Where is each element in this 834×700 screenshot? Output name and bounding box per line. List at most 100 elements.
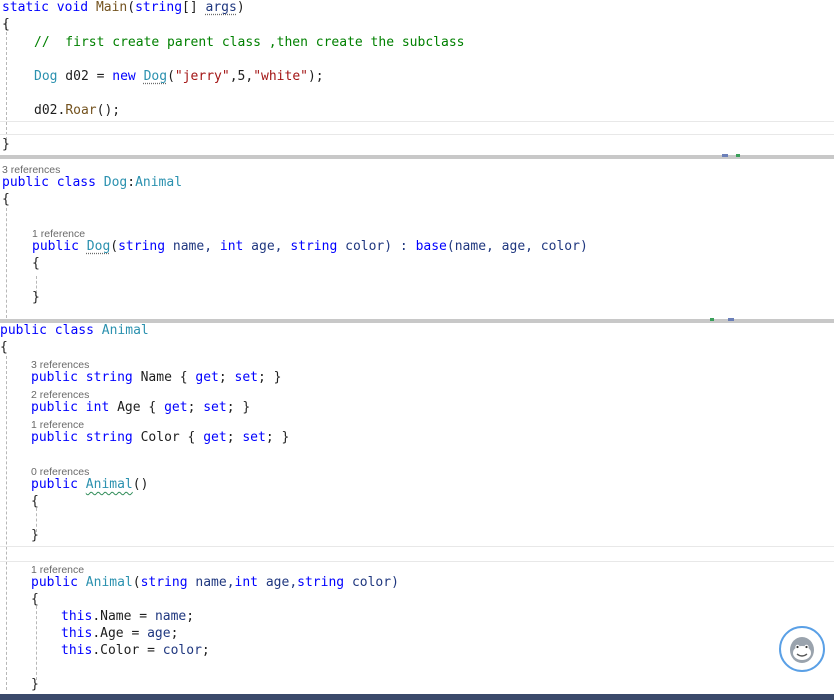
code-comment[interactable]: // first create parent class ,then creat… [34, 35, 464, 51]
keyword: get [195, 370, 219, 385]
dog-constructor-line[interactable]: public Dog(string name, int age, string … [32, 239, 588, 255]
punct: ( [110, 239, 119, 254]
punct: (); [96, 103, 121, 118]
close-brace: } [32, 290, 40, 305]
keyword: set [203, 400, 227, 415]
line-separator [0, 546, 834, 547]
keyword: string [140, 575, 188, 590]
punct: ; } [265, 430, 290, 445]
animal-class-declaration[interactable]: public class Animal [0, 323, 149, 339]
open-brace: { [2, 192, 10, 207]
type-name: Animal [85, 477, 133, 492]
punct: ; [170, 626, 179, 641]
dog-class-declaration[interactable]: public class Dog:Animal [2, 175, 182, 191]
keyword: string [85, 370, 133, 385]
scroll-marker [722, 154, 728, 157]
scroll-marker [728, 318, 734, 321]
punct: ; } [258, 370, 282, 385]
keyword: public [2, 175, 49, 190]
close-brace: } [2, 137, 10, 152]
animal-constructor-line[interactable]: public Animal(string name,int age,string… [31, 575, 399, 591]
keyword: int [219, 239, 244, 254]
string-literal: "white" [253, 69, 308, 84]
method-name: Main [95, 0, 128, 15]
code-text: Name { [132, 370, 196, 385]
keyword: this [61, 626, 93, 641]
animal-default-constructor-line[interactable]: public Animal() [31, 477, 148, 493]
assign-name-line[interactable]: this.Name = name; [61, 609, 194, 625]
param-name: age, [243, 239, 291, 254]
keyword: string [297, 575, 345, 590]
scroll-marker [736, 154, 740, 157]
roar-call-line[interactable]: d02.Roar(); [34, 103, 120, 119]
indent-guide [6, 22, 7, 140]
string-literal: "jerry" [174, 69, 230, 84]
keyword: set [242, 430, 266, 445]
keyword: new [112, 69, 136, 84]
code-text: .Age = [92, 626, 148, 641]
keyword: this [61, 609, 93, 624]
scroll-marker [710, 318, 714, 321]
assistant-avatar-button[interactable] [779, 626, 825, 672]
keyword: void [56, 0, 89, 15]
assign-age-line[interactable]: this.Age = age; [61, 626, 178, 642]
keyword: class [54, 323, 94, 338]
assign-color-line[interactable]: this.Color = color; [61, 643, 210, 659]
keyword: public [31, 477, 78, 492]
punct: ; [187, 400, 204, 415]
code-text: Color { [132, 430, 204, 445]
param-name: name, [165, 239, 220, 254]
type-name: Dog [103, 175, 128, 190]
line-separator [0, 561, 834, 562]
keyword: public [31, 400, 78, 415]
param-name: color) : [337, 239, 416, 254]
param-name: age, [258, 575, 298, 590]
type-name: Dog [143, 69, 168, 84]
punct: ; [201, 643, 210, 658]
type-name: Dog [34, 69, 58, 84]
indent-guide [6, 356, 7, 690]
punct: () [132, 477, 149, 492]
keyword: string [118, 239, 166, 254]
keyword: get [203, 430, 227, 445]
keyword: this [61, 643, 93, 658]
type-name: Animal [135, 175, 183, 190]
punct: ; [218, 370, 235, 385]
punct: ; [226, 430, 243, 445]
close-brace: } [31, 528, 39, 543]
keyword: set [234, 370, 259, 385]
close-brace: } [31, 677, 39, 692]
indent-guide [6, 208, 7, 318]
punct: ( [127, 0, 136, 15]
bottom-status-strip [0, 694, 834, 700]
code-text: Age { [109, 400, 165, 415]
open-brace: { [0, 340, 8, 355]
punct: : [127, 175, 136, 190]
property-age-line[interactable]: public int Age { get; set; } [31, 400, 250, 416]
code-text: d02. [34, 103, 66, 118]
keyword: public [32, 239, 79, 254]
main-signature[interactable]: static void Main(string[] args) [2, 0, 245, 16]
param-name: args [205, 0, 237, 15]
param-name: age [147, 626, 171, 641]
keyword: base [415, 239, 447, 254]
code-text: .Color = [92, 643, 163, 658]
punct: ; } [226, 400, 251, 415]
type-name: Dog [86, 239, 111, 254]
param-name: name, [187, 575, 235, 590]
code-text: ,5, [229, 69, 254, 84]
assistant-avatar-icon [790, 637, 814, 663]
punct: ); [307, 69, 324, 84]
keyword: int [85, 400, 110, 415]
keyword: int [234, 575, 259, 590]
type-name: Animal [101, 323, 149, 338]
param-name: color) [344, 575, 399, 590]
dog-declaration-line[interactable]: Dog d02 = new Dog("jerry",5,"white"); [34, 69, 324, 85]
property-name-line[interactable]: public string Name { get; set; } [31, 370, 282, 386]
indent-guide [36, 606, 37, 680]
keyword: class [56, 175, 96, 190]
line-separator [0, 134, 834, 135]
property-color-line[interactable]: public string Color { get; set; } [31, 430, 289, 446]
keyword: public [31, 370, 78, 385]
open-brace: { [31, 592, 39, 607]
